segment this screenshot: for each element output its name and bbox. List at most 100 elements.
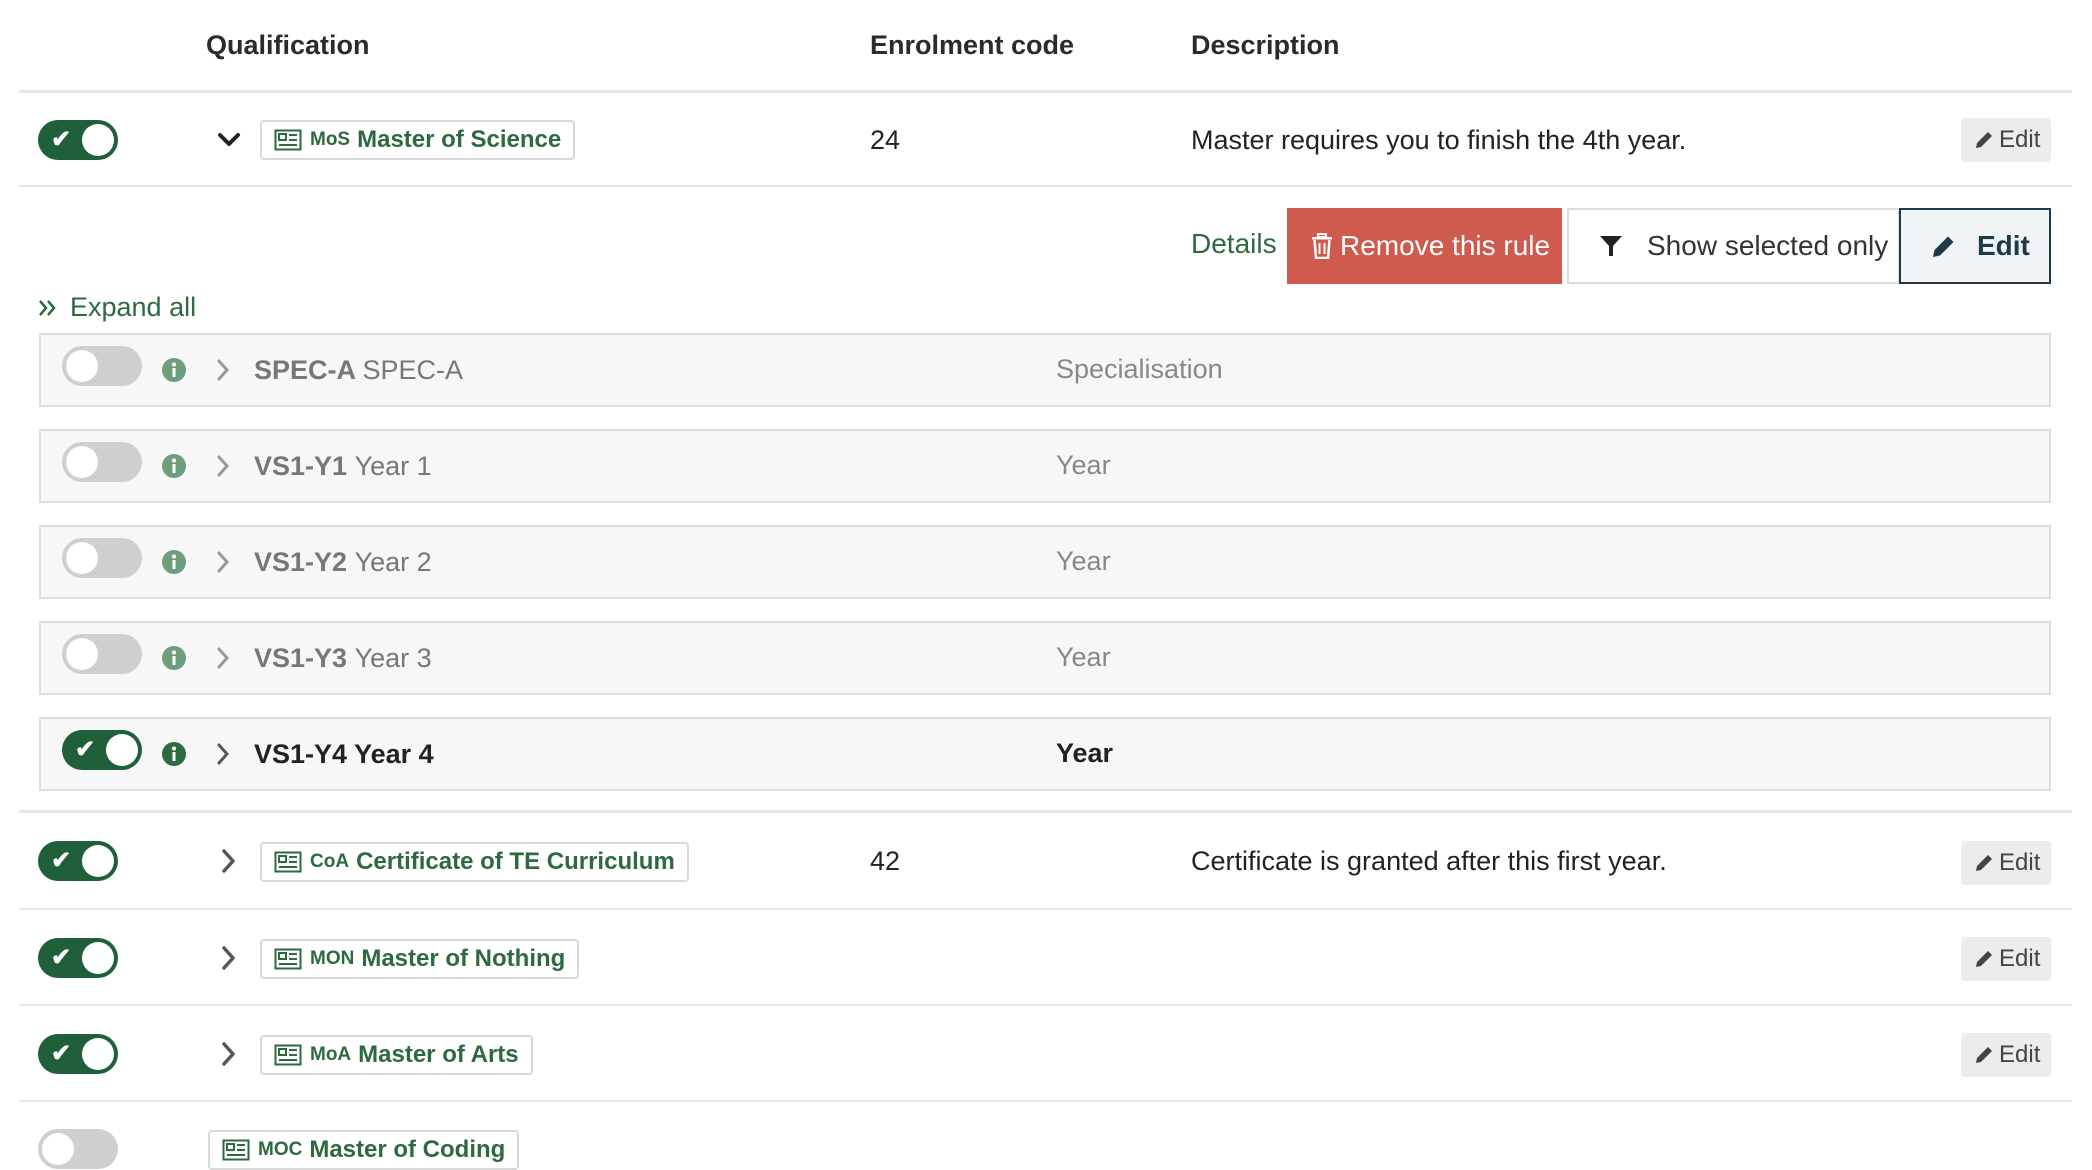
rule-type: Year <box>1056 546 1111 576</box>
expand-all-link[interactable]: Expand all <box>38 292 196 323</box>
qualification-name: Master of Arts <box>358 1041 519 1068</box>
enrolment-code: 42 <box>870 846 901 876</box>
filter-icon <box>1600 236 1622 256</box>
show-selected-only-label: Show selected only <box>1647 230 1889 261</box>
check-icon: ✔ <box>51 944 72 971</box>
enable-toggle[interactable]: ✔ <box>38 938 118 978</box>
details-link[interactable]: Details <box>1191 228 1277 260</box>
check-icon: ✔ <box>51 1040 72 1067</box>
pencil-icon <box>1976 132 1992 148</box>
rule-row: SPEC-A SPEC-A Specialisation <box>39 333 2051 407</box>
check-icon: ✔ <box>75 736 96 763</box>
edit-button[interactable]: Edit <box>1961 118 2052 162</box>
rule-code: VS1-Y3 <box>254 643 348 673</box>
rule-row: VS1-Y3 Year 3 Year <box>39 621 2051 695</box>
enrolment-code: 24 <box>870 125 901 155</box>
remove-rule-label: Remove this rule <box>1340 230 1551 261</box>
pencil-icon <box>1976 951 1992 967</box>
rule-toggle[interactable] <box>62 346 142 386</box>
pencil-icon <box>1976 855 1992 871</box>
enable-toggle[interactable]: ✔ <box>38 841 118 881</box>
edit-label: Edit <box>1999 849 2041 876</box>
row-divider <box>19 1100 2072 1102</box>
show-selected-only-button[interactable]: Show selected only <box>1567 208 1900 284</box>
info-circle-icon[interactable] <box>161 549 187 575</box>
rule-type: Year <box>1056 738 1114 768</box>
edit-button[interactable]: Edit <box>1961 841 2052 885</box>
info-circle-icon[interactable] <box>161 453 187 479</box>
rule-code: VS1-Y4 <box>254 739 348 769</box>
edit-label: Edit <box>1999 126 2041 153</box>
rule-code: VS1-Y2 <box>254 547 348 577</box>
enable-toggle[interactable] <box>38 1129 118 1169</box>
rule-type: Year <box>1056 642 1111 672</box>
description: Master requires you to finish the 4th ye… <box>1191 125 1687 155</box>
pencil-icon <box>1933 236 1954 257</box>
qualification-tag[interactable]: MOC Master of Coding <box>208 1130 520 1170</box>
info-circle-icon[interactable] <box>161 645 187 671</box>
rule-name: Year 4 <box>354 739 434 769</box>
chevron-right-icon[interactable] <box>212 549 234 575</box>
rule-row: ✔ VS1-Y4 Year 4 Year <box>39 717 2051 791</box>
certificate-icon <box>274 948 302 970</box>
edit-button[interactable]: Edit <box>1961 1033 2052 1077</box>
row-divider <box>19 1004 2072 1006</box>
rule-name: SPEC-A <box>362 355 464 385</box>
check-icon: ✔ <box>51 847 72 874</box>
edit-button[interactable]: Edit <box>1961 937 2052 981</box>
column-header-description: Description <box>1191 30 1340 60</box>
rule-name: Year 1 <box>354 451 432 481</box>
qualification-tag[interactable]: CoA Certificate of TE Curriculum <box>260 842 689 882</box>
qualification-abbr: CoA <box>310 851 350 872</box>
rule-toggle[interactable] <box>62 442 142 482</box>
certificate-icon <box>274 851 302 873</box>
double-chevron-right-icon <box>39 299 56 316</box>
qualification-abbr: MoA <box>310 1044 352 1065</box>
rule-toggle[interactable] <box>62 538 142 578</box>
check-icon: ✔ <box>51 126 72 153</box>
info-circle-icon[interactable] <box>161 741 187 767</box>
edit-label: Edit <box>1999 945 2041 972</box>
rule-toggle[interactable] <box>62 634 142 674</box>
chevron-right-icon[interactable] <box>214 1039 244 1069</box>
description: Certificate is granted after this first … <box>1191 846 1667 876</box>
chevron-right-icon[interactable] <box>212 453 234 479</box>
qualification-name: Master of Coding <box>309 1136 506 1163</box>
qualification-name: Master of Science <box>357 126 562 153</box>
enable-toggle[interactable]: ✔ <box>38 1034 118 1074</box>
expand-all-label: Expand all <box>70 292 197 322</box>
qualification-name: Master of Nothing <box>361 945 566 972</box>
qualification-abbr: MON <box>310 948 355 969</box>
trash-icon <box>1312 233 1332 259</box>
chevron-right-icon[interactable] <box>212 645 234 671</box>
edit-rules-button[interactable]: Edit <box>1899 208 2051 284</box>
rule-type: Specialisation <box>1056 354 1223 384</box>
row-divider <box>19 185 2072 187</box>
edit-label: Edit <box>1999 1041 2041 1068</box>
qualification-tag[interactable]: MoA Master of Arts <box>260 1035 533 1075</box>
rule-code: SPEC-A <box>254 355 356 385</box>
chevron-right-icon[interactable] <box>214 846 244 876</box>
certificate-icon <box>274 1044 302 1066</box>
chevron-right-icon[interactable] <box>212 357 234 383</box>
pencil-icon <box>1976 1047 1992 1063</box>
row-divider <box>19 810 2072 813</box>
header-divider <box>19 90 2072 93</box>
chevron-right-icon[interactable] <box>214 943 244 973</box>
chevron-right-icon[interactable] <box>212 741 234 767</box>
column-header-qualification: Qualification <box>206 30 370 60</box>
qualification-abbr: MoS <box>310 129 351 150</box>
edit-rules-label: Edit <box>1977 230 2030 261</box>
qualification-tag[interactable]: MON Master of Nothing <box>260 939 580 979</box>
enable-toggle[interactable]: ✔ <box>38 120 118 160</box>
chevron-down-icon[interactable] <box>214 125 244 155</box>
rule-row: VS1-Y2 Year 2 Year <box>39 525 2051 599</box>
remove-rule-button[interactable]: Remove this rule <box>1287 208 1562 284</box>
certificate-icon <box>274 129 302 151</box>
column-header-enrolment-code: Enrolment code <box>870 30 1075 60</box>
row-divider <box>19 908 2072 910</box>
rule-toggle[interactable]: ✔ <box>62 730 142 770</box>
rule-row: VS1-Y1 Year 1 Year <box>39 429 2051 503</box>
qualification-tag[interactable]: MoS Master of Science <box>260 120 576 160</box>
info-circle-icon[interactable] <box>161 357 187 383</box>
